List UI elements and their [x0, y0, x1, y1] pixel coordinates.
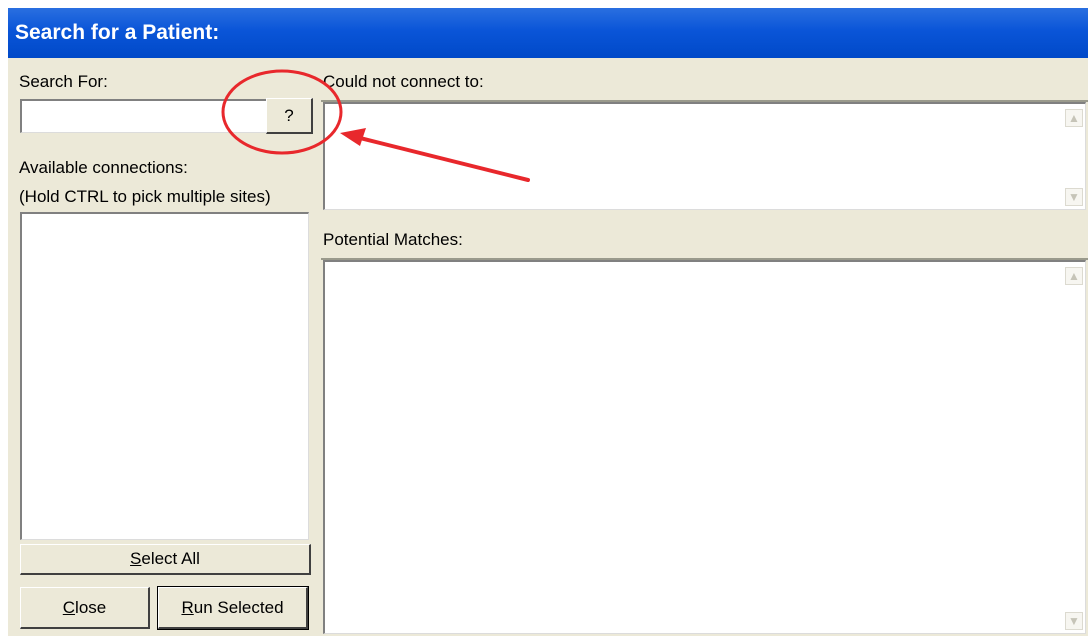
- search-input[interactable]: [20, 99, 266, 133]
- window-title: Search for a Patient:: [8, 8, 1088, 58]
- search-for-label: Search For:: [19, 72, 108, 91]
- scroll-down-arrow-icon[interactable]: ▼: [1065, 612, 1083, 630]
- connections-list[interactable]: [20, 212, 309, 540]
- could-not-connect-header: Could not connect to:: [321, 64, 1088, 102]
- select-all-button[interactable]: Select All: [20, 544, 311, 575]
- help-button-label: ?: [284, 105, 294, 125]
- available-connections-label: Available connections:: [19, 158, 188, 177]
- potential-matches-list[interactable]: ▲ ▼: [323, 260, 1086, 634]
- run-selected-button[interactable]: Run Selected: [157, 586, 309, 630]
- scroll-up-arrow-icon[interactable]: ▲: [1065, 267, 1083, 285]
- close-button[interactable]: Close: [20, 587, 150, 629]
- potential-matches-header: Potential Matches:: [321, 220, 1088, 260]
- could-not-connect-list[interactable]: ▲ ▼: [323, 102, 1086, 210]
- scroll-down-arrow-icon[interactable]: ▼: [1065, 188, 1083, 206]
- run-selected-label: Run Selected: [181, 597, 284, 617]
- scroll-up-arrow-icon[interactable]: ▲: [1065, 109, 1083, 127]
- potential-matches-scrollbar[interactable]: ▲ ▼: [1063, 262, 1085, 633]
- hold-ctrl-hint: (Hold CTRL to pick multiple sites): [19, 187, 271, 206]
- close-label: Close: [62, 597, 107, 617]
- could-not-connect-scrollbar[interactable]: ▲ ▼: [1063, 104, 1085, 209]
- could-not-connect-label: Could not connect to:: [323, 72, 484, 91]
- search-patient-window: Search for a Patient: Search For: ? Avai…: [8, 8, 1088, 636]
- help-button[interactable]: ?: [266, 98, 313, 134]
- potential-matches-label: Potential Matches:: [323, 230, 463, 249]
- select-all-label: Select All: [130, 549, 200, 568]
